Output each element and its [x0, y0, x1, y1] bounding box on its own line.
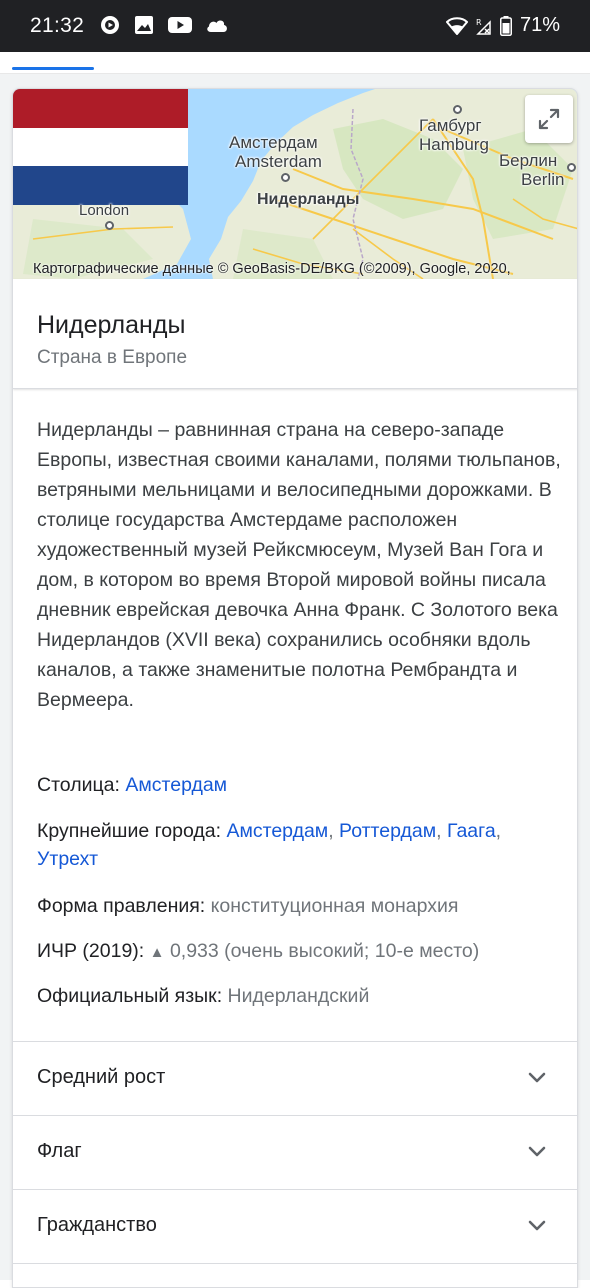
map-label-berlin-ru: Берлин — [499, 151, 558, 170]
map-label-berlin-en: Berlin — [521, 170, 565, 189]
fact-capital-label: Столица: — [37, 774, 120, 796]
status-system-icons: R 71% — [445, 14, 560, 37]
fact-hdi-value: 0,933 (очень высокий; 10-е место) — [169, 940, 480, 962]
city-link[interactable]: Амстердам — [226, 820, 328, 842]
map-view[interactable]: Амстердам Amsterdam Гамбург Hamburg Берл… — [13, 89, 577, 279]
map-label-hamburg-ru: Гамбург — [419, 116, 482, 135]
knowledge-panel-card: Амстердам Amsterdam Гамбург Hamburg Берл… — [12, 88, 578, 1288]
active-tab-indicator — [12, 67, 94, 70]
expander-citizenship[interactable]: Гражданство — [13, 1189, 577, 1263]
map-marker-amsterdam — [281, 173, 290, 182]
fact-language-label: Официальный язык: — [37, 985, 223, 1007]
map-label-amsterdam-ru: Амстердам — [229, 133, 318, 152]
trend-up-icon: ▲ — [149, 944, 165, 961]
fact-capital-link[interactable]: Амстердам — [125, 774, 227, 796]
wifi-icon — [445, 16, 468, 35]
image-icon — [135, 16, 153, 34]
fact-government-label: Форма правления: — [37, 895, 206, 917]
fullscreen-expand-icon — [538, 108, 560, 130]
chevron-down-icon — [528, 1146, 546, 1157]
city-link[interactable]: Утрехт — [37, 848, 98, 870]
entity-header: Нидерланды Страна в Европе — [13, 279, 577, 389]
fact-capital: Столица: Амстердам — [37, 771, 563, 799]
cloud-icon — [207, 20, 227, 32]
flag-stripe-white — [13, 127, 188, 167]
map-label-hamburg-en: Hamburg — [419, 135, 489, 154]
fact-language: Официальный язык: Нидерландский — [37, 982, 563, 1010]
fact-hdi-label: ИЧР (2019): — [37, 940, 145, 962]
battery-icon — [499, 15, 512, 36]
expander-label: Флаг — [37, 1140, 82, 1162]
expander-label: Гражданство — [37, 1214, 157, 1236]
fact-language-value: Нидерландский — [227, 985, 370, 1007]
expander-average-height[interactable]: Средний рост — [13, 1041, 577, 1115]
map-attribution: Картографические данные © GeoBasis-DE/BK… — [33, 261, 511, 277]
status-bar: 21:32 R 71% — [0, 0, 590, 52]
youtube-icon — [168, 17, 192, 33]
expand-map-button[interactable] — [525, 95, 573, 143]
fact-hdi: ИЧР (2019): ▲ 0,933 (очень высокий; 10-е… — [37, 937, 563, 967]
map-marker-berlin — [567, 163, 576, 172]
fact-government: Форма правления: конституционная монархи… — [37, 892, 563, 920]
entity-title: Нидерланды — [37, 311, 186, 339]
status-notification-icons — [100, 15, 228, 35]
flag-stripe-blue — [13, 166, 188, 206]
expander-next-divider — [13, 1263, 577, 1287]
chevron-down-icon — [528, 1220, 546, 1231]
battery-percent: 71% — [519, 14, 560, 36]
fact-largest-cities-label: Крупнейшие города: — [37, 820, 222, 842]
expander-flag[interactable]: Флаг — [13, 1115, 577, 1189]
city-separator: , — [328, 820, 340, 842]
expander-label: Средний рост — [37, 1066, 166, 1088]
flag-stripe-red — [13, 89, 188, 128]
svg-text:R: R — [476, 18, 482, 27]
city-separator: , — [495, 820, 502, 842]
city-separator: , — [436, 820, 447, 842]
tab-strip — [0, 52, 590, 74]
fact-government-value: конституционная монархия — [210, 895, 459, 917]
city-link[interactable]: Гаага — [447, 820, 496, 842]
entity-subtitle: Страна в Европе — [37, 347, 188, 368]
entity-description: Нидерланды – равнинная страна на северо-… — [37, 419, 561, 711]
city-link[interactable]: Роттердам — [339, 820, 436, 842]
map-label-amsterdam-en: Amsterdam — [235, 152, 322, 171]
fact-largest-cities: Крупнейшие города: Амстердам, Роттердам,… — [37, 817, 563, 873]
map-marker-london — [105, 221, 114, 230]
notification-circle-icon — [101, 16, 119, 34]
status-time: 21:32 — [30, 14, 85, 37]
map-label-netherlands: Нидерланды — [257, 191, 360, 208]
chevron-down-icon — [528, 1072, 546, 1083]
netherlands-flag — [13, 89, 188, 206]
signal-icon: R — [476, 18, 491, 35]
map-marker-hamburg — [453, 105, 462, 114]
map-label-london: London — [79, 202, 130, 219]
